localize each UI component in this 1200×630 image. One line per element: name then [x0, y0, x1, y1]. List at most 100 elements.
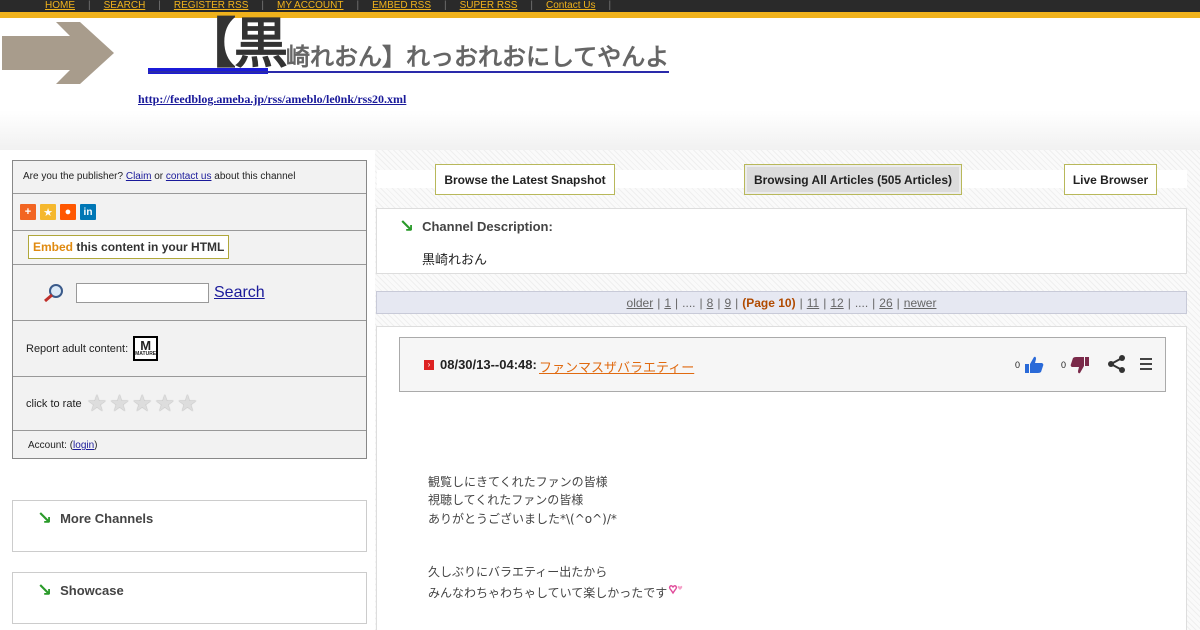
article-card: › 08/30/13--04:48: ファンマスザバラエティー 0 0 観覧しに…: [376, 326, 1187, 630]
green-arrow-icon: ↘: [37, 508, 53, 528]
pager-page-1[interactable]: 1: [664, 296, 671, 310]
green-arrow-icon: ↘: [399, 216, 415, 236]
thumbs-up-icon[interactable]: [1024, 356, 1044, 374]
channel-title-rest: 崎れおん】れっおれおにしてやんよ: [286, 43, 670, 71]
article-body-line-last: みんなわちゃわちゃしていて楽しかったです: [428, 584, 685, 601]
pager-page-9[interactable]: 9: [724, 296, 731, 310]
mature-badge-button[interactable]: M MATURE: [133, 336, 159, 361]
article-body-line: 久しぶりにバラエティー出たから: [428, 565, 608, 579]
like-control[interactable]: 0: [1015, 356, 1044, 374]
nav-contact-us[interactable]: Contact Us: [546, 0, 595, 12]
star-icon[interactable]: ★: [87, 392, 108, 415]
pager-page-26[interactable]: 26: [879, 296, 892, 310]
mature-badge-small: MATURE: [135, 351, 157, 357]
more-channels-heading[interactable]: More Channels: [60, 511, 153, 526]
main-content: Browse the Latest Snapshot Browsing All …: [375, 150, 1200, 630]
pager-page-8[interactable]: 8: [707, 296, 714, 310]
search-input[interactable]: [76, 282, 209, 303]
pager-sep: |: [675, 295, 679, 310]
article-body-text: みんなわちゃわちゃしていて楽しかったです: [428, 586, 668, 600]
nav-register-rss[interactable]: REGISTER RSS: [174, 0, 248, 12]
pager-ellipsis: ....: [854, 295, 869, 310]
rate-row: click to rate ★ ★ ★ ★ ★: [13, 377, 366, 431]
expand-bullet-icon[interactable]: ›: [424, 360, 434, 370]
pager-sep: |: [847, 295, 851, 310]
feed-url-link[interactable]: http://feedblog.ameba.jp/rss/ameblo/le0n…: [138, 92, 406, 107]
tab-all-articles[interactable]: Browsing All Articles (505 Articles): [744, 164, 962, 195]
publisher-suffix: about this channel: [214, 171, 296, 182]
nav-home[interactable]: HOME: [45, 0, 75, 12]
adult-label: Report adult content:: [26, 342, 129, 355]
rate-label: click to rate: [26, 397, 82, 410]
share-icon[interactable]: [1107, 354, 1127, 374]
showcase-heading[interactable]: Showcase: [60, 583, 124, 598]
nav-separator: |: [261, 0, 264, 11]
star-icon[interactable]: ★: [155, 392, 176, 415]
pager-page-12[interactable]: 12: [830, 296, 843, 310]
claim-link[interactable]: Claim: [126, 171, 152, 182]
account-suffix: ): [94, 440, 98, 451]
article-body-line: ありがとうございました*\(^o^)/*: [428, 512, 617, 526]
dislike-control[interactable]: 0: [1061, 356, 1090, 374]
hearts-emoji-icon: [669, 585, 683, 595]
reddit-icon[interactable]: ●: [60, 204, 76, 220]
share-row: + ★ ● in: [13, 194, 366, 231]
tab-latest-snapshot[interactable]: Browse the Latest Snapshot: [435, 164, 615, 195]
nav-embed-rss[interactable]: EMBED RSS: [372, 0, 431, 12]
menu-icon[interactable]: [1139, 354, 1153, 374]
account-row: Account: (login): [13, 431, 366, 458]
article-body-line: 視聴してくれたファンの皆様: [428, 493, 584, 507]
star-icon[interactable]: ★: [177, 392, 198, 415]
pager-sep: |: [872, 295, 876, 310]
nav-super-rss[interactable]: SUPER RSS: [460, 0, 518, 12]
star-icon[interactable]: ★: [132, 392, 153, 415]
channel-sidebar: Are you the publisher? Claim or contact …: [12, 160, 367, 459]
addthis-plus-icon[interactable]: +: [20, 204, 36, 220]
magnifier-icon: [44, 283, 63, 302]
login-link[interactable]: login: [73, 440, 94, 451]
nav-separator: |: [88, 0, 91, 11]
adult-report-row: Report adult content: M MATURE: [13, 321, 366, 377]
pager-sep: |: [699, 295, 703, 310]
embed-button[interactable]: Embed this content in your HTML: [28, 235, 230, 259]
nav-separator: |: [608, 0, 612, 11]
arrow-logo-icon: [2, 22, 114, 84]
article-title-link[interactable]: ファンマスザバラエティー: [539, 357, 694, 376]
nav-separator: |: [158, 0, 161, 11]
pager-current: (Page 10): [742, 295, 796, 310]
tab-live-browser[interactable]: Live Browser: [1064, 164, 1157, 195]
contact-us-link[interactable]: contact us: [166, 171, 212, 182]
channel-title-big: 【黒: [182, 12, 288, 75]
favorite-star-icon[interactable]: ★: [40, 204, 56, 220]
nav-search[interactable]: SEARCH: [104, 0, 146, 12]
article-date: 08/30/13--04:48:: [440, 357, 537, 372]
publisher-prefix: Are you the publisher?: [23, 171, 124, 182]
pager-ellipsis: ....: [682, 295, 696, 310]
search-button[interactable]: Search: [214, 284, 265, 302]
embed-rest: this content in your HTML: [76, 240, 225, 254]
article-body-line: 観覧しにきてくれたファンの皆様: [428, 475, 608, 489]
dislike-count: 0: [1061, 360, 1067, 370]
embed-row: Embed this content in your HTML: [13, 231, 366, 265]
thumbs-down-icon[interactable]: [1070, 356, 1090, 374]
pager-sep: |: [735, 295, 739, 310]
pager-newer[interactable]: newer: [904, 296, 937, 310]
pager-sep: |: [799, 295, 803, 310]
more-channels-box: ↘ More Channels: [12, 500, 367, 552]
nav-my-account[interactable]: MY ACCOUNT: [277, 0, 344, 12]
linkedin-icon[interactable]: in: [80, 204, 96, 220]
rating-stars: ★ ★ ★ ★ ★: [87, 392, 198, 415]
showcase-box: ↘ Showcase: [12, 572, 367, 624]
pager-older[interactable]: older: [627, 296, 654, 310]
page-header: 【黒 崎れおん】れっおれおにしてやんよ http://feedblog.ameb…: [0, 12, 1200, 150]
like-count: 0: [1015, 360, 1021, 370]
pager-page-11[interactable]: 11: [807, 296, 819, 310]
description-heading: Channel Description:: [422, 218, 553, 234]
nav-separator: |: [444, 0, 447, 11]
pager-sep: |: [896, 295, 900, 310]
channel-description: ↘ Channel Description: 黒崎れおん: [376, 208, 1187, 274]
nav-separator: |: [530, 0, 534, 11]
star-icon[interactable]: ★: [109, 392, 130, 415]
channel-title-link[interactable]: 【黒 崎れおん】れっおれおにしてやんよ: [148, 12, 670, 75]
or-text: or: [154, 171, 164, 182]
